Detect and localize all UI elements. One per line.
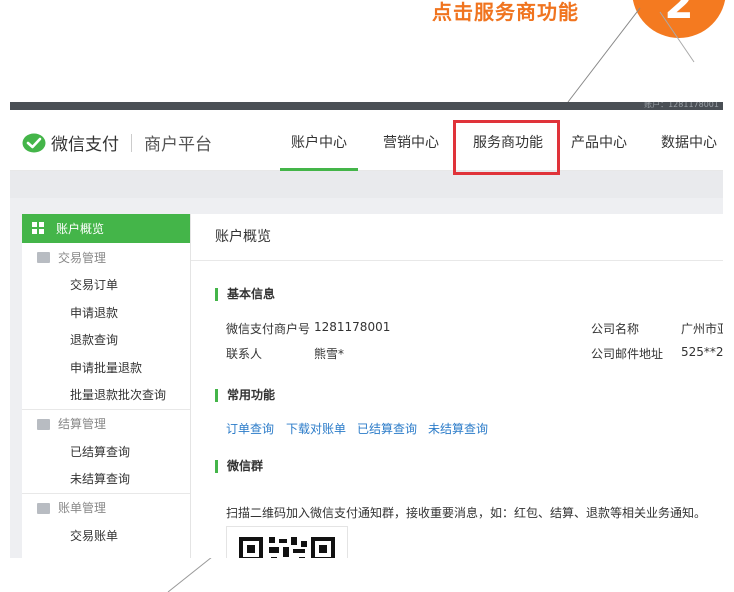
- wechat-group-description: 扫描二维码加入微信支付通知群，接收重要消息，如：红包、结算、退款等相关业务通知。: [226, 506, 707, 520]
- grid-icon: [32, 222, 44, 234]
- top-strip: 账户：1281178001: [10, 102, 723, 110]
- nav-service-provider[interactable]: 服务商功能: [458, 110, 558, 170]
- logo-divider: [131, 133, 132, 152]
- nav-product-center[interactable]: 产品中心: [566, 110, 632, 170]
- merchant-no-value: 1281178001: [314, 320, 391, 334]
- link-settled-query[interactable]: 已结算查询: [357, 420, 417, 437]
- sidebar-item-batch-refund-query[interactable]: 批量退款批次查询: [22, 381, 190, 409]
- logo[interactable]: 微信支付 商户平台: [22, 130, 212, 155]
- sidebar-group-label: 结算管理: [58, 417, 107, 431]
- sidebar-group-settlement[interactable]: 结算管理: [22, 408, 190, 438]
- merchant-platform-screenshot: 账户：1281178001 微信支付 商户平台 账户中心 营销中心 服务商功能 …: [10, 102, 723, 558]
- logo-subtitle: 商户平台: [144, 135, 212, 155]
- page-title: 账户概览: [191, 214, 723, 261]
- link-unsettled-query[interactable]: 未结算查询: [428, 420, 488, 437]
- sidebar-item-orders[interactable]: 交易订单: [22, 271, 190, 299]
- sidebar-group-label: 账单管理: [58, 501, 107, 515]
- sidebar-item-refund-query[interactable]: 退款查询: [22, 326, 190, 354]
- sidebar-item-account-overview[interactable]: 账户概览: [22, 214, 190, 243]
- sidebar-active-label: 账户概览: [56, 222, 105, 236]
- qr-code-frame: [226, 526, 348, 558]
- nav-account-center[interactable]: 账户中心: [280, 110, 358, 171]
- contact-value: 熊雪*: [314, 347, 345, 361]
- sidebar-item-batch-refund[interactable]: 申请批量退款: [22, 354, 190, 382]
- qr-code: [239, 537, 335, 558]
- sidebar-item-apply-refund[interactable]: 申请退款: [22, 299, 190, 327]
- link-download-bill[interactable]: 下载对账单: [286, 420, 346, 437]
- pointer-line-top: [567, 7, 641, 103]
- logo-name: 微信支付: [51, 135, 119, 155]
- section-basic-info: 基本信息: [215, 288, 275, 301]
- nav-data-center[interactable]: 数据中心: [656, 110, 722, 170]
- merchant-no-label: 微信支付商户号: [226, 322, 311, 336]
- contact-label: 联系人: [226, 347, 263, 361]
- sidebar-group-transactions[interactable]: 交易管理: [22, 243, 190, 271]
- content-area: 账户概览 交易管理 交易订单 申请退款 退款查询 申请批量退款 批量退款批次查询…: [10, 198, 723, 558]
- main-panel: 账户概览 基本信息 微信支付商户号 1281178001 联系人 熊雪* 公司名…: [191, 214, 723, 558]
- header: 微信支付 商户平台 账户中心 营销中心 服务商功能 产品中心 数据中心: [10, 110, 723, 171]
- pointer-line-bottom: [167, 556, 213, 592]
- account-strip-text: 账户：1281178001: [644, 102, 719, 109]
- bill-icon: [37, 502, 50, 514]
- email-value: 525**24: [681, 345, 723, 359]
- section-common-functions: 常用功能: [215, 389, 275, 402]
- wechat-pay-icon: [22, 133, 46, 152]
- nav-marketing-center[interactable]: 营销中心: [372, 110, 450, 170]
- email-label: 公司邮件地址: [591, 347, 664, 361]
- settlement-icon: [37, 418, 50, 430]
- link-order-query[interactable]: 订单查询: [226, 420, 274, 437]
- sidebar-group-bills[interactable]: 账单管理: [22, 492, 190, 522]
- sidebar-group-label: 交易管理: [58, 250, 107, 265]
- gray-bar: [10, 171, 723, 198]
- sidebar-item-settled-query[interactable]: 已结算查询: [22, 438, 190, 466]
- pointer-line-right: [659, 11, 695, 63]
- company-value: 广州市亚: [681, 322, 723, 336]
- card-icon: [37, 252, 50, 263]
- sidebar-item-transaction-bill[interactable]: 交易账单: [22, 522, 190, 550]
- sidebar-item-unsettled-query[interactable]: 未结算查询: [22, 465, 190, 493]
- sidebar: 账户概览 交易管理 交易订单 申请退款 退款查询 申请批量退款 批量退款批次查询…: [22, 214, 191, 558]
- company-label: 公司名称: [591, 322, 640, 336]
- section-wechat-group: 微信群: [215, 460, 263, 473]
